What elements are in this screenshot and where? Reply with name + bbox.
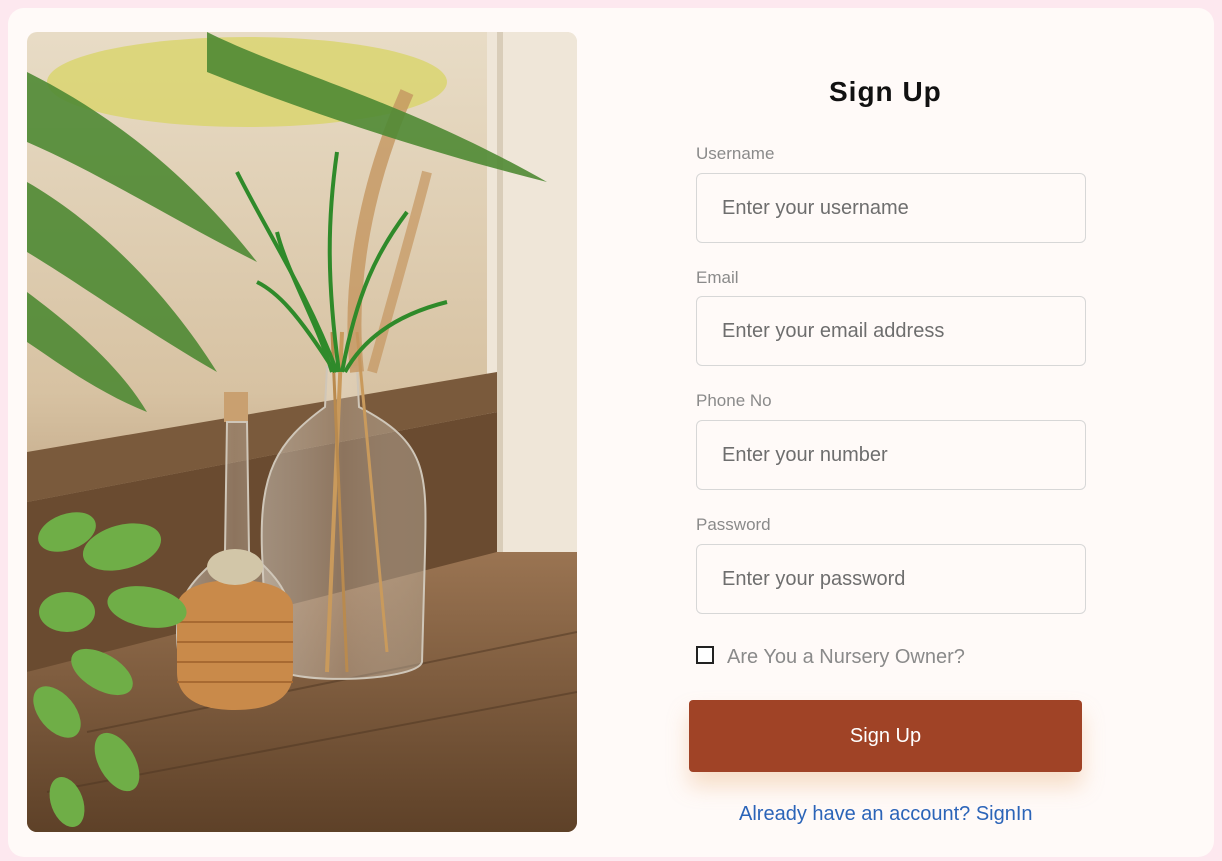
sign-up-button[interactable]: Sign Up — [689, 700, 1082, 772]
username-input[interactable] — [696, 173, 1086, 243]
signin-link[interactable]: Already have an account? SignIn — [739, 803, 1033, 826]
password-input[interactable] — [696, 544, 1086, 614]
username-label: Username — [696, 144, 775, 163]
phone-input[interactable] — [696, 420, 1086, 490]
email-label: Email — [696, 268, 739, 287]
nursery-owner-label: Are You a Nursery Owner? — [727, 646, 965, 668]
nursery-owner-checkbox[interactable] — [696, 646, 714, 664]
page-title: Sign Up — [829, 76, 942, 107]
plant-photo — [27, 32, 577, 832]
email-input[interactable] — [696, 296, 1086, 366]
phone-label: Phone No — [696, 391, 772, 410]
password-label: Password — [696, 515, 771, 534]
